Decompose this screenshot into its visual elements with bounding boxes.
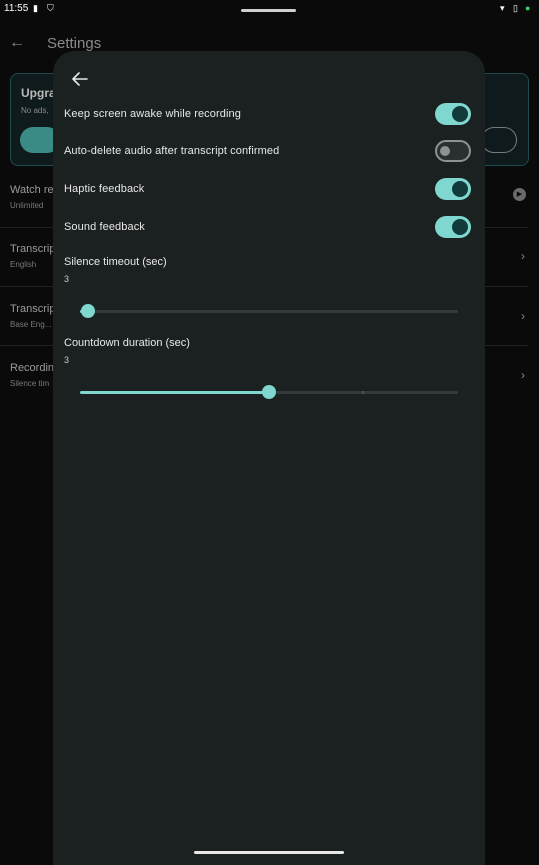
play-icon: ▶	[513, 188, 526, 201]
slider-thumb[interactable]	[81, 304, 95, 318]
arrow-back-icon[interactable]	[71, 71, 89, 87]
slider-fill	[80, 391, 269, 394]
row-subtitle: Silence tim	[10, 379, 50, 388]
upgrade-secondary-button[interactable]	[481, 127, 517, 153]
wifi-icon: ▾	[500, 3, 505, 13]
row-title: Recordin	[10, 362, 55, 374]
row-subtitle: Unlimited	[10, 201, 44, 210]
slider-tick	[362, 391, 364, 394]
toggle-row-auto-delete-audio[interactable]: Auto-delete audio after transcript confi…	[53, 137, 485, 167]
row-title: Transcrip	[10, 243, 56, 255]
upgrade-title: Upgra	[21, 86, 56, 100]
background-back-icon[interactable]: ←	[9, 34, 25, 52]
switch-knob	[452, 181, 468, 197]
chevron-right-icon: ›	[521, 249, 525, 263]
row-title: Watch re	[10, 184, 54, 196]
top-handle	[241, 9, 296, 12]
row-subtitle: English	[10, 260, 37, 269]
silence-timeout-setting: Silence timeout (sec) 3	[53, 256, 485, 326]
slider-thumb[interactable]	[262, 385, 276, 399]
status-time: 11:55	[4, 3, 29, 14]
toggle-row-haptic-feedback[interactable]: Haptic feedback	[53, 175, 485, 205]
row-subtitle: Base Eng...	[10, 320, 52, 329]
chevron-right-icon: ›	[521, 368, 525, 382]
toggle-row-sound-feedback[interactable]: Sound feedback	[53, 213, 485, 243]
vpn-shield-icon: ⛉	[47, 3, 54, 13]
switch-knob	[452, 219, 468, 235]
toggle-row-keep-screen-awake[interactable]: Keep screen awake while recording	[53, 100, 485, 130]
slider-value: 3	[64, 274, 70, 284]
silence-timeout-slider[interactable]	[80, 304, 458, 318]
slider-label: Countdown duration (sec)	[64, 337, 190, 349]
background-page-title: Settings	[47, 35, 102, 52]
chevron-right-icon: ›	[521, 309, 525, 323]
switch-knob	[452, 106, 468, 122]
screen: 11:55 ▮ ⛉ ▾ ▯ ● ← Settings Upgra No ads,…	[0, 0, 539, 865]
sound-feedback-switch[interactable]	[435, 216, 471, 238]
auto-delete-audio-switch[interactable]	[435, 140, 471, 162]
row-title: Transcrip	[10, 303, 56, 315]
battery-icon: ▯	[513, 3, 518, 13]
recording-settings-sheet: Keep screen awake while recording Auto-d…	[53, 51, 485, 865]
upgrade-subtitle: No ads,	[21, 106, 49, 115]
status-bar: 11:55 ▮ ⛉ ▾ ▯ ●	[0, 0, 539, 18]
countdown-duration-slider[interactable]	[80, 385, 458, 399]
gesture-navigation-bar[interactable]	[194, 851, 344, 854]
haptic-feedback-switch[interactable]	[435, 178, 471, 200]
toggle-label: Keep screen awake while recording	[64, 108, 241, 120]
toggle-label: Sound feedback	[64, 221, 145, 233]
sim-card-icon: ▮	[33, 3, 38, 13]
toggle-label: Auto-delete audio after transcript confi…	[64, 145, 280, 157]
toggle-label: Haptic feedback	[64, 183, 145, 195]
keep-screen-awake-switch[interactable]	[435, 103, 471, 125]
switch-knob	[440, 146, 450, 156]
countdown-duration-setting: Countdown duration (sec) 3	[53, 337, 485, 407]
slider-value: 3	[64, 355, 70, 365]
green-dot-icon: ●	[525, 3, 531, 13]
slider-label: Silence timeout (sec)	[64, 256, 167, 268]
